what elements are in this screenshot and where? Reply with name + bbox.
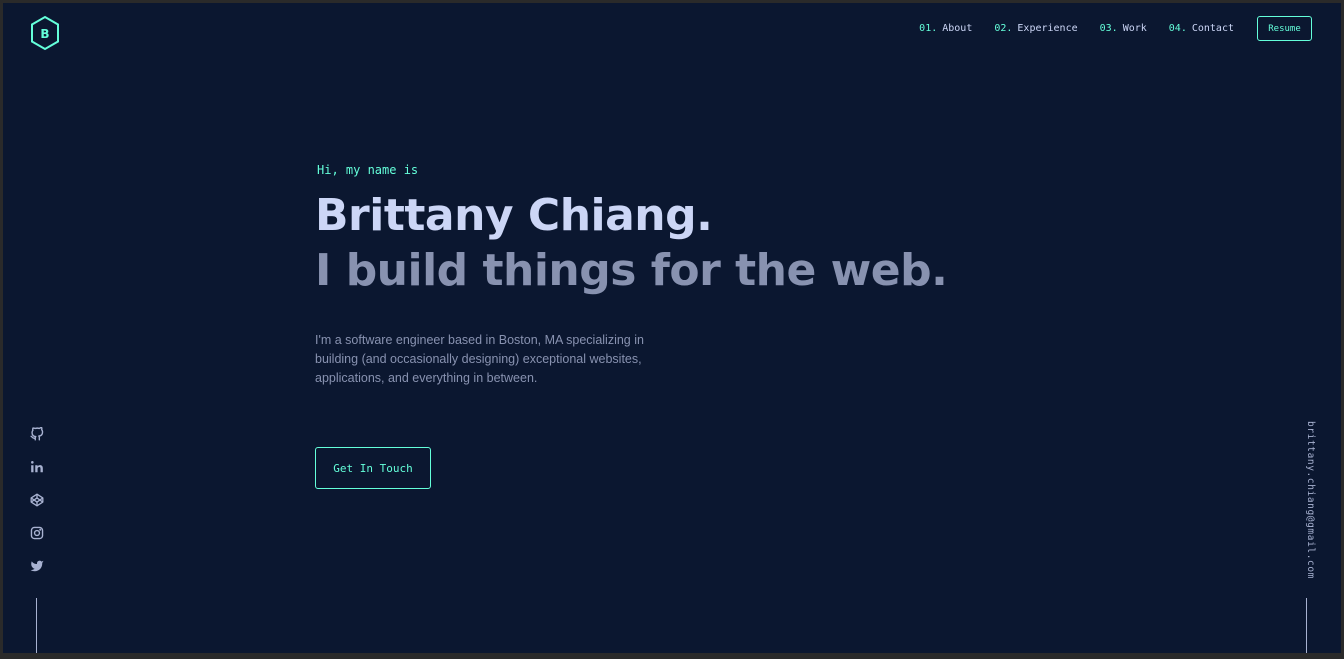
hero-name: Brittany Chiang. [315, 190, 713, 241]
nav-label: Experience [1017, 23, 1078, 34]
instagram-icon[interactable] [28, 524, 46, 542]
linkedin-icon[interactable] [28, 458, 46, 476]
nav-item-work[interactable]: 03. Work [1100, 23, 1147, 34]
right-vertical-line [1306, 598, 1307, 653]
resume-button[interactable]: Resume [1257, 16, 1312, 41]
nav-label: Contact [1191, 23, 1234, 34]
email-link[interactable]: brittany.chiang@gmail.com [1305, 421, 1316, 579]
left-vertical-line [36, 598, 37, 653]
twitter-icon[interactable] [28, 557, 46, 575]
nav-item-contact[interactable]: 04. Contact [1169, 23, 1234, 34]
nav-number: 03. [1099, 23, 1118, 34]
social-links [28, 425, 46, 575]
email-sidebar: brittany.chiang@gmail.com [1305, 421, 1319, 581]
hero-tagline: I build things for the web. [315, 245, 948, 296]
hero-greeting: Hi, my name is [317, 163, 419, 177]
logo[interactable]: B [29, 15, 61, 51]
nav-number: 02. [994, 23, 1013, 34]
nav-item-experience[interactable]: 02. Experience [994, 23, 1077, 34]
get-in-touch-button[interactable]: Get In Touch [315, 447, 431, 489]
nav-number: 01. [919, 23, 938, 34]
hero-description: I'm a software engineer based in Boston,… [315, 333, 644, 385]
nav-label: About [942, 23, 973, 34]
page-frame: B 01. About 02. Experience 03. Work 04. Cont… [3, 3, 1341, 653]
codepen-icon[interactable] [28, 491, 46, 509]
nav-item-about[interactable]: 01. About [919, 23, 972, 34]
hexagon-logo-icon: B [31, 15, 59, 51]
github-icon[interactable] [28, 425, 46, 443]
main-nav: 01. About 02. Experience 03. Work 04. Contac… [919, 23, 1234, 34]
hero-section: Hi, my name is Brittany Chiang. I build … [315, 163, 1015, 388]
logo-letter: B [40, 27, 49, 41]
nav-number: 04. [1168, 23, 1187, 34]
nav-label: Work [1122, 23, 1147, 34]
